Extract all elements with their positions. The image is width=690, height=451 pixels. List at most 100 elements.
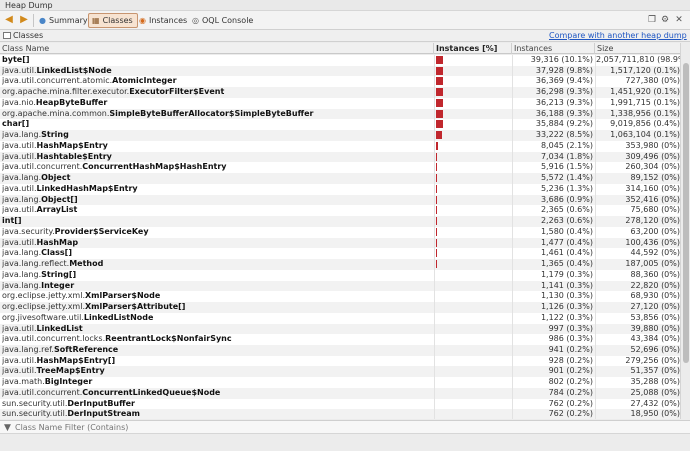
size-percent: (0%) bbox=[661, 259, 680, 269]
instances-count: 37,928 bbox=[535, 65, 564, 75]
instances-percent: (1.4%) bbox=[566, 173, 593, 183]
table-row[interactable]: java.lang.Integer 1,141 (0.3%) 22,820 (0%) bbox=[0, 280, 680, 292]
size-bytes: 352,416 bbox=[625, 194, 659, 204]
table-row[interactable]: java.util.HashMap$Entry 8,045 (2.1%) 353,9… bbox=[0, 140, 680, 152]
table-row[interactable]: java.util.LinkedList$Node 37,928 (9.8%) 1,… bbox=[0, 65, 680, 77]
table-row[interactable]: int[] 2,263 (0.6%) 278,120 (0%) bbox=[0, 216, 680, 227]
class-package: java.lang.reflect. bbox=[2, 259, 70, 269]
instances-count: 1,461 bbox=[540, 248, 564, 258]
instances-cell: 762 (0.2%) bbox=[513, 409, 593, 419]
size-percent: (0%) bbox=[661, 194, 680, 204]
size-cell: 27,120 (0%) bbox=[596, 302, 680, 313]
column-header-class-name[interactable]: Class Name bbox=[0, 43, 434, 54]
instances-count: 1,365 bbox=[540, 259, 564, 269]
size-cell: 9,019,856 (0.4%) bbox=[596, 119, 680, 130]
column-header-instances[interactable]: Instances bbox=[512, 43, 595, 54]
table-row[interactable]: java.util.TreeMap$Entry 901 (0.2%) 51,357 … bbox=[0, 366, 680, 378]
table-row[interactable]: java.util.Hashtable$Entry 7,034 (1.8%) 309… bbox=[0, 151, 680, 163]
instances-pct-bar bbox=[436, 260, 437, 269]
instances-count: 8,045 bbox=[540, 140, 564, 150]
class-simple-name: Method bbox=[69, 259, 104, 269]
restore-window-icon[interactable]: ❐ bbox=[646, 14, 658, 26]
instances-percent: (9.8%) bbox=[566, 65, 593, 75]
table-row[interactable]: org.jivesoftware.util.LinkedListNode 1,12… bbox=[0, 312, 680, 324]
table-row[interactable]: java.util.concurrent.ConcurrentHashMap$H… bbox=[0, 162, 680, 174]
size-cell: 352,416 (0%) bbox=[596, 195, 680, 206]
table-row[interactable]: java.security.Provider$ServiceKey 1,580 (… bbox=[0, 226, 680, 238]
tab-instances[interactable]: ◉ Instances bbox=[136, 13, 191, 28]
table-row[interactable]: java.nio.HeapByteBuffer 36,213 (9.3%) 1,99… bbox=[0, 97, 680, 109]
instances-pct-bar bbox=[436, 174, 437, 183]
table-row[interactable]: java.util.HashMap$Entry[] 928 (0.2%) 279,2… bbox=[0, 355, 680, 367]
class-simple-name: Object bbox=[41, 173, 71, 183]
table-row[interactable]: java.lang.Object[] 3,686 (0.9%) 352,416 (0… bbox=[0, 194, 680, 206]
instances-cell: 941 (0.2%) bbox=[513, 345, 593, 356]
size-cell: 75,680 (0%) bbox=[596, 205, 680, 216]
instances-count: 39,316 bbox=[530, 55, 559, 64]
table-row[interactable]: org.apache.mina.common.SimpleByteBufferA… bbox=[0, 108, 680, 120]
class-name-filter-input[interactable] bbox=[15, 422, 675, 433]
tab-classes[interactable]: ▦ Classes bbox=[88, 13, 138, 28]
class-simple-name: SimpleByteBufferAllocator$SimpleByteBuff… bbox=[109, 108, 314, 118]
class-simple-name: AtomicInteger bbox=[112, 76, 177, 86]
class-package: java.util. bbox=[2, 205, 37, 215]
table-row[interactable]: java.util.HashMap 1,477 (0.4%) 100,436 (0%… bbox=[0, 237, 680, 249]
table-row[interactable]: java.util.concurrent.atomic.AtomicIntege… bbox=[0, 76, 680, 88]
table-row[interactable]: sun.security.util.DerInputBuffer 762 (0.2… bbox=[0, 398, 680, 410]
class-name-cell: sun.security.util.DerInputStream bbox=[2, 409, 432, 419]
size-cell: 278,120 (0%) bbox=[596, 216, 680, 227]
class-name-cell: java.util.concurrent.locks.ReentrantLock… bbox=[2, 334, 432, 345]
class-name-cell: java.lang.Object bbox=[2, 173, 432, 184]
tab-summary[interactable]: ● Summary bbox=[36, 13, 92, 28]
close-icon[interactable]: ✕ bbox=[673, 14, 685, 26]
table-row[interactable]: java.util.concurrent.locks.ReentrantLock… bbox=[0, 334, 680, 345]
column-header-size[interactable]: Size bbox=[595, 43, 680, 54]
table-row[interactable]: sun.security.util.DerInputStream 762 (0.2… bbox=[0, 409, 680, 419]
table-row[interactable]: java.lang.String[] 1,179 (0.3%) 88,360 (0%… bbox=[0, 269, 680, 281]
table-row[interactable]: org.eclipse.jetty.xml.XmlParser$Attribut… bbox=[0, 302, 680, 313]
table-row[interactable]: org.eclipse.jetty.xml.XmlParser$Node 1,13… bbox=[0, 291, 680, 302]
class-package: java.util.concurrent. bbox=[2, 387, 83, 397]
table-row[interactable]: java.lang.String 33,222 (8.5%) 1,063,104 (… bbox=[0, 130, 680, 141]
class-simple-name: LinkedList$Node bbox=[36, 65, 112, 75]
table-row[interactable]: java.util.ArrayList 2,365 (0.6%) 75,680 (0… bbox=[0, 205, 680, 217]
instances-count: 36,369 bbox=[535, 76, 564, 86]
class-package: java.lang. bbox=[2, 194, 42, 204]
table-row[interactable]: org.apache.mina.filter.executor.Executor… bbox=[0, 87, 680, 98]
table-row[interactable]: java.util.LinkedHashMap$Entry 5,236 (1.3%… bbox=[0, 183, 680, 195]
size-cell: 1,063,104 (0.1%) bbox=[596, 130, 680, 141]
back-arrow-icon[interactable]: ◀ bbox=[3, 14, 15, 26]
table-row[interactable]: java.util.LinkedList 997 (0.3%) 39,880 (0%… bbox=[0, 323, 680, 335]
table-row[interactable]: char[] 35,884 (9.2%) 9,019,856 (0.4%) bbox=[0, 119, 680, 131]
instances-count: 928 bbox=[548, 355, 564, 365]
scrollbar-thumb[interactable] bbox=[683, 63, 689, 363]
size-bytes: 260,304 bbox=[625, 162, 659, 172]
instances-count: 5,236 bbox=[540, 183, 564, 193]
instances-percent: (0.3%) bbox=[566, 312, 593, 322]
compare-heap-dump-link[interactable]: Compare with another heap dump bbox=[549, 31, 687, 40]
instances-count: 5,572 bbox=[540, 173, 564, 183]
table-row[interactable]: java.lang.Object 5,572 (1.4%) 89,152 (0%) bbox=[0, 173, 680, 184]
tab-oql-console[interactable]: ◎ OQL Console bbox=[189, 13, 257, 28]
table-row[interactable]: java.lang.ref.SoftReference 941 (0.2%) 52,… bbox=[0, 344, 680, 356]
toolbar-separator bbox=[33, 14, 34, 27]
vertical-scrollbar[interactable] bbox=[680, 43, 690, 419]
class-name-cell: java.util.TreeMap$Entry bbox=[2, 366, 432, 377]
instances-cell: 35,884 (9.2%) bbox=[513, 119, 593, 130]
forward-arrow-icon[interactable]: ▶ bbox=[18, 14, 30, 26]
instances-cell: 784 (0.2%) bbox=[513, 388, 593, 399]
size-cell: 52,696 (0%) bbox=[596, 345, 680, 356]
instances-percent: (0.2%) bbox=[566, 344, 593, 354]
table-row[interactable]: java.util.concurrent.ConcurrentLinkedQue… bbox=[0, 387, 680, 399]
size-bytes: 1,063,104 bbox=[610, 130, 651, 140]
instances-count: 36,298 bbox=[535, 87, 564, 97]
column-header-instances-pct[interactable]: Instances [%] bbox=[434, 43, 512, 54]
table-row[interactable]: java.math.BigInteger 802 (0.2%) 35,288 (0%… bbox=[0, 377, 680, 388]
table-row[interactable]: java.lang.Class[] 1,461 (0.4%) 44,592 (0%) bbox=[0, 248, 680, 260]
instances-percent: (1.8%) bbox=[566, 151, 593, 161]
filter-icon[interactable]: ▼ bbox=[4, 423, 11, 433]
table-row[interactable]: byte[] 39,316 (10.1%)2,057,711,810 (98.9%… bbox=[0, 55, 680, 66]
table-row[interactable]: java.lang.reflect.Method 1,365 (0.4%) 187,… bbox=[0, 259, 680, 270]
class-package: java.util. bbox=[2, 355, 37, 365]
settings-icon[interactable]: ⚙ bbox=[659, 14, 671, 26]
